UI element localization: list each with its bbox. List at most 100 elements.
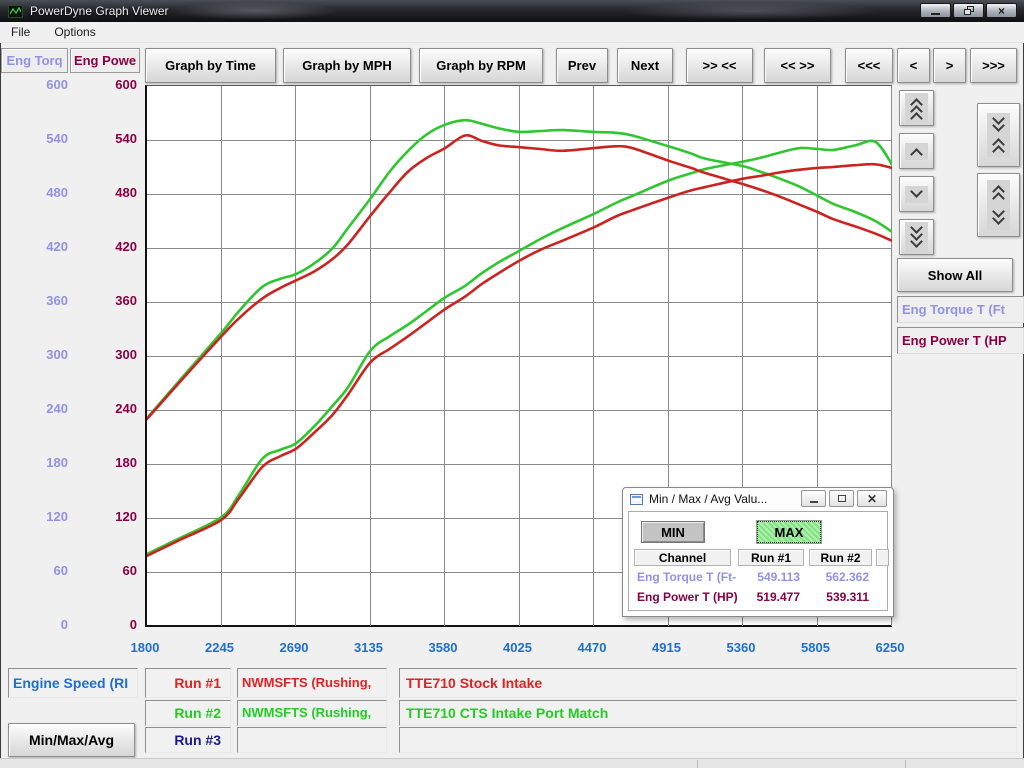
channel-label-eng-power[interactable]: Eng Power T (HP [897, 327, 1024, 354]
rpm-axis-tick-label: 3135 [337, 640, 401, 655]
rpm-axis-tick-label: 1800 [113, 640, 177, 655]
minmax-row: Eng Torque T (Ft-549.113562.362 [629, 569, 887, 586]
power-axis-tick-label: 600 [84, 77, 137, 93]
rpm-axis-tick-label: 5360 [709, 640, 773, 655]
power-axis-tick-label: 0 [84, 617, 137, 633]
close-icon: ✕ [867, 494, 877, 504]
channel-label-eng-torque[interactable]: Eng Torque T (Ft [897, 296, 1024, 323]
title-bar: PowerDyne Graph Viewer × [0, 0, 1024, 22]
torque-axis-tick-label: 60 [12, 563, 68, 579]
status-bar [0, 758, 1024, 768]
app-window: PowerDyne Graph Viewer × File Options Gr… [0, 0, 1024, 768]
close-button[interactable]: × [986, 3, 1017, 18]
scale-up-button[interactable] [899, 133, 934, 169]
show-all-button[interactable]: Show All [897, 258, 1013, 292]
minmax-window-body: MIN MAX Channel Run #1 Run #2 Eng Torque… [628, 511, 888, 611]
menu-options[interactable]: Options [52, 23, 97, 41]
expand-scale-button[interactable] [977, 173, 1020, 237]
legend-run-note-1[interactable]: TTE710 Stock Intake [399, 668, 1017, 698]
minimize-icon [810, 501, 818, 503]
legend-run-name-2[interactable]: NWMSFTS (Rushing, [237, 700, 387, 726]
scroll-right-fast-button[interactable]: >>> [970, 48, 1017, 83]
titlebar-glass-reflection [170, 2, 340, 20]
column-header-clipped [876, 549, 889, 566]
minmax-window-titlebar[interactable]: Min / Max / Avg Valu... ✕ [623, 488, 893, 510]
torque-axis-tick-label: 360 [12, 293, 68, 309]
power-axis-tick-label: 240 [84, 401, 137, 417]
zoom-in-x-button[interactable]: >> << [686, 48, 753, 83]
statusbar-divider [905, 760, 906, 768]
scroll-left-button[interactable]: < [897, 48, 930, 83]
max-toggle-button[interactable]: MAX [757, 521, 821, 543]
chevrons-inward-icon [987, 113, 1010, 157]
legend-run-note-3[interactable] [399, 727, 1017, 753]
power-axis-tick-label: 180 [84, 455, 137, 471]
collapse-scale-button[interactable] [977, 103, 1020, 167]
power-axis-tick-label: 540 [84, 131, 137, 147]
minmax-avg-button[interactable]: Min/Max/Avg [8, 723, 135, 757]
minmax-run2-value: 562.362 [809, 569, 869, 586]
minmax-channel-label: Eng Power T (HP) [637, 589, 738, 606]
legend-run-label-3[interactable]: Run #3 [145, 727, 231, 753]
minmax-close-button[interactable]: ✕ [857, 490, 887, 507]
power-axis-tick-label: 480 [84, 185, 137, 201]
chevron-up-icon [905, 143, 928, 160]
scroll-left-fast-button[interactable]: <<< [845, 48, 893, 83]
power-axis-tick-label: 360 [84, 293, 137, 309]
scale-down-button[interactable] [899, 176, 934, 212]
scroll-right-button[interactable]: > [933, 48, 966, 83]
column-header-run2: Run #2 [809, 549, 872, 566]
min-toggle-button[interactable]: MIN [641, 521, 705, 543]
column-header-run1: Run #1 [738, 549, 804, 566]
legend-run-label-2[interactable]: Run #2 [145, 700, 231, 726]
legend-run-name-3[interactable] [237, 727, 387, 753]
triple-chevron-down-icon [905, 222, 928, 253]
minmax-window-title: Min / Max / Avg Valu... [649, 492, 767, 506]
graph-by-time-button[interactable]: Graph by Time [145, 48, 276, 83]
legend-run-label-1[interactable]: Run #1 [145, 668, 231, 698]
restore-icon [964, 6, 974, 15]
legend-run-name-1[interactable]: NWMSFTS (Rushing, [237, 668, 387, 698]
legend-run-note-2[interactable]: TTE710 CTS Intake Port Match [399, 700, 1017, 726]
graph-by-mph-button[interactable]: Graph by MPH [283, 48, 411, 83]
minmax-run2-value: 539.311 [809, 589, 869, 606]
rpm-axis-tick-label: 2245 [188, 640, 252, 655]
torque-axis-tick-label: 300 [12, 347, 68, 363]
chevrons-outward-icon [987, 180, 1010, 230]
minmax-row: Eng Power T (HP)519.477539.311 [629, 589, 887, 606]
restore-button[interactable] [953, 3, 984, 18]
menu-file[interactable]: File [9, 23, 32, 41]
restore-icon [838, 495, 846, 502]
window-title: PowerDyne Graph Viewer [30, 4, 169, 18]
graph-by-rpm-button[interactable]: Graph by RPM [419, 48, 543, 83]
power-axis-tick-label: 300 [84, 347, 137, 363]
rpm-axis-tick-label: 3580 [411, 640, 475, 655]
statusbar-divider [697, 760, 698, 768]
scale-up-fast-button[interactable] [899, 90, 934, 126]
minimize-button[interactable] [920, 3, 951, 18]
torque-axis-tick-label: 120 [12, 509, 68, 525]
app-icon [8, 5, 23, 18]
power-axis-tick-label: 420 [84, 239, 137, 255]
x-axis-channel-box[interactable]: Engine Speed (RI [8, 668, 138, 698]
titlebar-glass-reflection [620, 2, 880, 20]
scale-down-fast-button[interactable] [899, 219, 934, 255]
minmax-minimize-button[interactable] [801, 490, 826, 507]
minmax-restore-button[interactable] [829, 490, 854, 507]
menu-bar: File Options [0, 22, 1024, 43]
tab-eng-torque[interactable]: Eng Torq [1, 48, 68, 73]
zoom-out-x-button[interactable]: << >> [764, 48, 831, 83]
rpm-axis-tick-label: 4915 [635, 640, 699, 655]
power-axis-tick-label: 120 [84, 509, 137, 525]
prev-button[interactable]: Prev [556, 48, 608, 83]
triple-chevron-up-icon [905, 93, 928, 124]
torque-axis-tick-label: 180 [12, 455, 68, 471]
window-icon [630, 494, 643, 505]
rpm-axis-tick-label: 5805 [784, 640, 848, 655]
tab-eng-power[interactable]: Eng Powe [70, 48, 140, 73]
minmax-values-window[interactable]: Min / Max / Avg Valu... ✕ MIN MAX Channe… [622, 487, 894, 617]
next-button[interactable]: Next [617, 48, 673, 83]
column-header-channel: Channel [634, 549, 731, 566]
torque-axis-tick-label: 240 [12, 401, 68, 417]
rpm-axis-tick-label: 4470 [560, 640, 624, 655]
